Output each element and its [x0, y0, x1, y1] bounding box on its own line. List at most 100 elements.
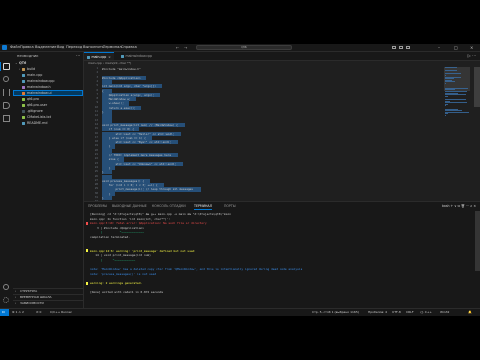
file-icon [22, 79, 25, 83]
code-line[interactable]: std::cout << "Bye!" << std::endl; [102, 140, 171, 144]
editor-tab[interactable]: main.cpp × [84, 52, 114, 60]
maximize-icon[interactable]: □ [454, 44, 458, 51]
terminal-scrollbar[interactable] [475, 211, 480, 307]
more-actions-icon[interactable]: ··· [76, 53, 80, 58]
minimap[interactable] [444, 67, 470, 187]
title-bar: Файл Правка Выделение Вид Переход Выполнить Те… [0, 44, 480, 52]
explorer-title: ПРОВОДНИК [17, 54, 39, 58]
terminal-line: note: 'MainWindow' has a deleted copy ct… [90, 267, 303, 272]
search-icon[interactable] [3, 76, 9, 82]
minimap-line [445, 73, 461, 75]
panel-tab[interactable]: ПОРТЫ [224, 203, 236, 209]
code-area[interactable]: 1 2 3 4 5 6 7 8 9 10 11 12 13 14 15 16 17 18 19 20 21 22 23 24 2… [84, 67, 480, 203]
chevron-right-icon: › [15, 301, 17, 305]
command-center-text: Qt6 [241, 45, 247, 49]
toggle-sidebar-icon[interactable] [392, 46, 396, 49]
bottom-panel: ПРОБЛЕМЫ ВЫХОДНЫЕ ДАННЫЕ КОНСОЛЬ ОТЛАДКИ ТЕ… [84, 201, 480, 309]
code-line[interactable]: #include "mainwindow.h" [102, 67, 141, 71]
status-right-item[interactable]: Win32 [440, 309, 449, 316]
code-line[interactable]: #include <QApplication> [102, 76, 141, 80]
explorer-icon[interactable] [3, 63, 10, 70]
terminal-marker [86, 249, 88, 253]
terminal-line: 14 | void print_message(int num) [90, 253, 151, 258]
gear-icon[interactable] [3, 297, 9, 303]
panel-tab[interactable]: ВЫХОДНЫЕ ДАННЫЕ [112, 203, 147, 209]
terminal-line: main.cpp: In function 'int main(int, cha… [90, 216, 171, 221]
terminal-line: [Running] cd "d:\Projects\qt6\" && g++ m… [90, 212, 231, 216]
editor-group: main.cpp × mainwindow.cpp ▷ ⋯ main.cpp › m… [84, 52, 480, 203]
toggle-panel-icon[interactable] [399, 46, 403, 49]
terminal-marker [86, 221, 88, 225]
minimize-icon[interactable]: – [438, 44, 440, 51]
explorer-sidebar: ПРОВОДНИК ··· ⌄ QT6 › build main.cpp mainwi… [13, 52, 84, 308]
panel-actions[interactable]: bash + ∨ ⧉ 🗑 ··· ∧ × [442, 203, 476, 209]
remote-indicator[interactable]: ⋈ [0, 309, 9, 316]
run-debug-icon[interactable] [3, 102, 10, 109]
command-center[interactable]: Qt6 [196, 45, 292, 50]
minimap-line [445, 95, 448, 97]
breadcrumb[interactable]: main.cpp › main(int, char **) [88, 61, 131, 66]
status-left-item[interactable]: ⊗ 1 ⚠ 2 [12, 309, 24, 316]
menu-item-7[interactable]: Справка [121, 44, 137, 51]
file-icon [22, 85, 25, 89]
menu-item-5[interactable]: Выполнить [83, 44, 104, 51]
forward-arrow-icon[interactable]: → [184, 44, 187, 51]
status-right-item[interactable]: Пробелов: 4 [368, 309, 387, 316]
minimap-line [445, 94, 466, 96]
close-icon[interactable]: × [108, 55, 111, 59]
account-icon[interactable] [3, 284, 9, 290]
cpp-file-icon [121, 54, 124, 58]
status-left-item[interactable]: C/C++ Runner [50, 309, 72, 316]
activity-bar [0, 52, 14, 308]
extensions-icon[interactable] [3, 115, 10, 122]
code-line[interactable]: } [102, 196, 104, 200]
status-right-item[interactable]: CRLF [406, 309, 414, 316]
menu-item-4[interactable]: Переход [66, 44, 82, 51]
file-icon [22, 103, 25, 107]
code-line[interactable]: return a.exec(); [102, 106, 136, 110]
editor-tab[interactable]: mainwindow.cpp [118, 52, 155, 60]
source-control-icon[interactable] [3, 89, 10, 96]
terminal-line: | ^~~~~~~~~~~~~~ [90, 230, 144, 235]
tree-item[interactable]: README.md [13, 120, 83, 126]
status-right-item[interactable]: UTF-8 [392, 309, 401, 316]
panel-tab[interactable]: ПРОБЛЕМЫ [88, 203, 107, 209]
panel-tab[interactable]: КОНСОЛЬ ОТЛАДКИ [152, 203, 186, 209]
editor-actions[interactable]: ▷ ⋯ [468, 53, 476, 58]
minimap-line [445, 67, 457, 68]
status-left-item[interactable]: ⊘ 0 [36, 309, 41, 316]
toggle-secondary-sidebar-icon[interactable] [406, 46, 410, 49]
minimap-line [445, 115, 446, 116]
status-right-item[interactable]: 🔔 [468, 309, 472, 316]
sidebar-section[interactable]: › ЗАВИСИМОСТИ [13, 300, 83, 306]
editor-scrollbar-thumb[interactable] [474, 67, 480, 107]
panel-tab[interactable]: ТЕРМИНАЛ [194, 203, 212, 210]
close-window-icon[interactable]: × [470, 44, 473, 51]
file-icon [22, 109, 25, 113]
minimap-line [445, 83, 446, 84]
code-line[interactable]: std::cout << "Unknown" << std::endl; [102, 162, 176, 166]
editor-scrollbar[interactable] [474, 67, 480, 200]
status-right-item[interactable]: {} C++ [420, 309, 432, 316]
minimap-line [445, 81, 455, 83]
code-line[interactable]: } [102, 144, 111, 148]
menu-item-2[interactable]: Выделение [35, 44, 56, 51]
terminal-line: [Done] exited with code=1 in 0.872 secon… [90, 290, 164, 295]
minimap-line [445, 70, 457, 72]
back-arrow-icon[interactable]: ← [176, 44, 179, 51]
code-line[interactable]: } [102, 110, 104, 114]
menu-item-1[interactable]: Правка [20, 44, 34, 51]
menu-item-6[interactable]: Терминал [103, 44, 122, 51]
minimap-line [445, 111, 469, 113]
menu-item-0[interactable]: Файл [10, 44, 20, 51]
code-line[interactable]: int main(int argc, char *argv[]) [102, 84, 156, 88]
menu-item-3[interactable]: Вид [57, 44, 64, 51]
code-line[interactable]: print_message(i); // loop through all me… [102, 187, 192, 191]
tree-item-label: README.md [27, 121, 48, 125]
terminal-line: main.cpp:14:6: warning: 'print_message' … [90, 248, 195, 253]
file-icon [22, 73, 25, 77]
terminal-line: | ^~~~~~~~~~~~~ [90, 258, 136, 262]
terminal-scrollbar-thumb[interactable] [475, 211, 480, 271]
status-right-item[interactable]: Стр. 5, стлб 1 (выбрано 1165) [312, 309, 359, 316]
code-line[interactable]: } [102, 170, 104, 174]
